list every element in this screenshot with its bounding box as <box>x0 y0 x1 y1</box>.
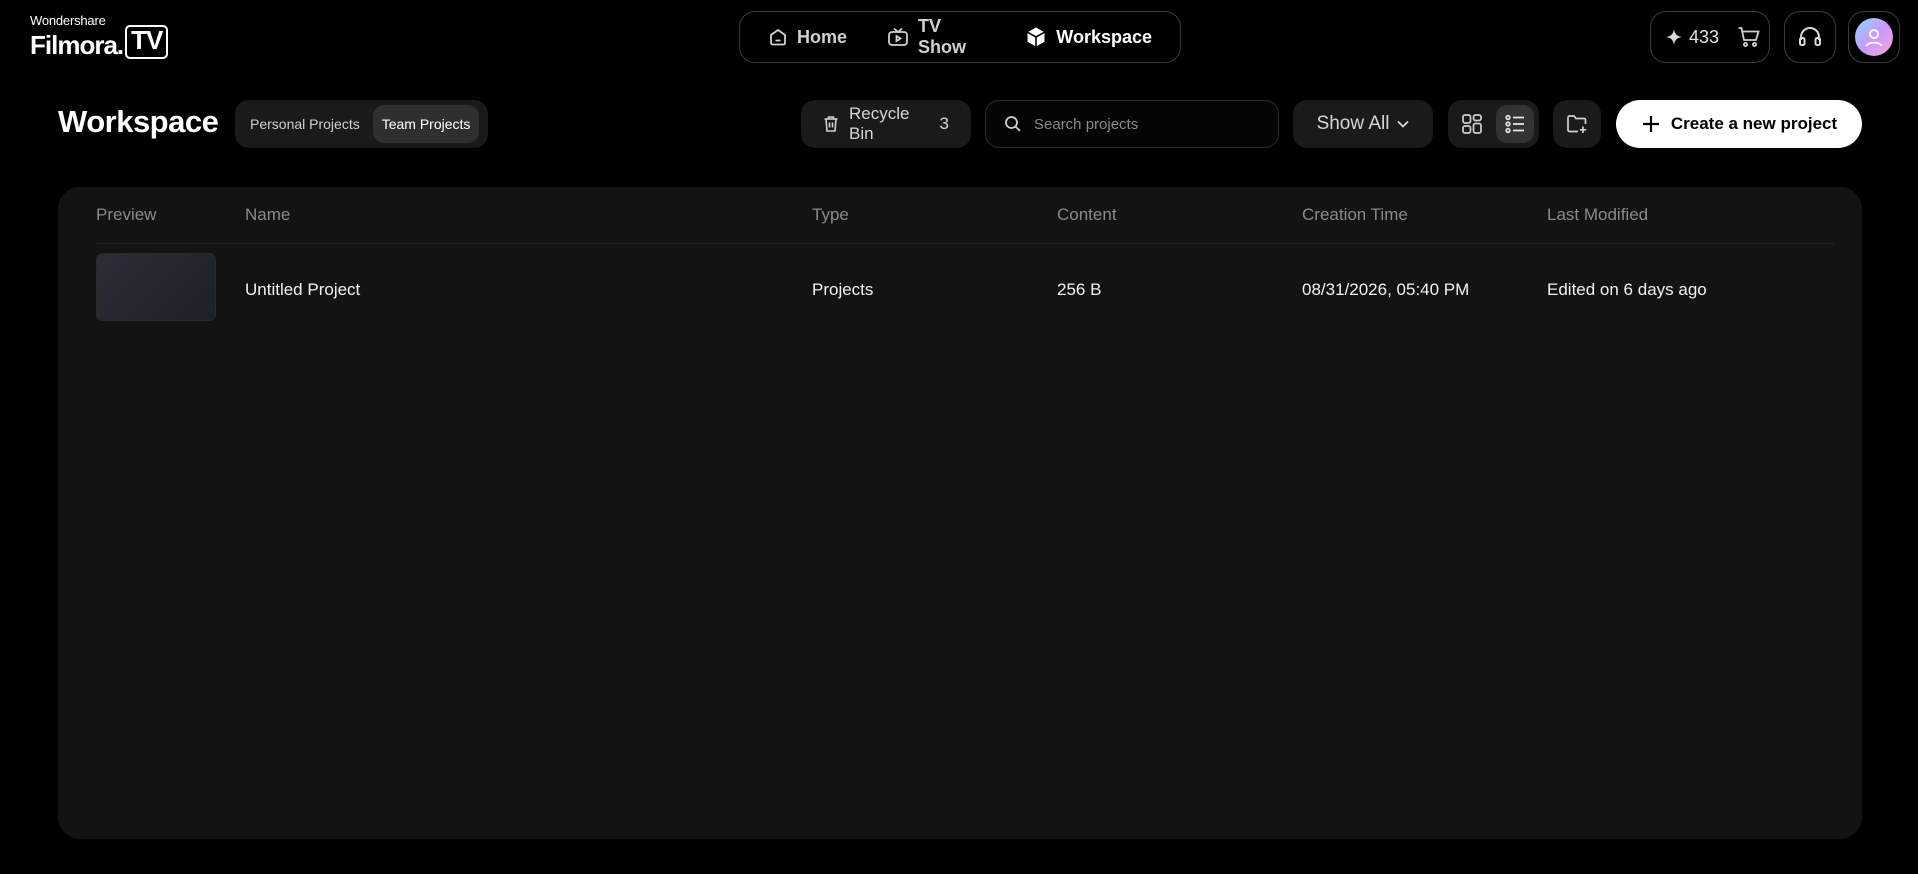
grid-view-button[interactable] <box>1453 105 1491 143</box>
projects-table: Preview Name Type Content Creation Time … <box>58 187 1862 839</box>
list-icon <box>1504 113 1526 135</box>
plus-icon <box>1641 114 1661 134</box>
nav-home[interactable]: Home <box>768 27 847 48</box>
project-scope-tabs: Personal Projects Team Projects <box>235 100 488 148</box>
logo-product-main: Filmora. <box>30 30 124 60</box>
project-content-size: 256 B <box>1057 280 1102 299</box>
column-name[interactable]: Name <box>245 205 290 225</box>
search-box <box>985 100 1279 148</box>
home-icon <box>768 27 788 47</box>
view-toggle <box>1448 100 1539 148</box>
tab-personal-projects[interactable]: Personal Projects <box>241 105 369 143</box>
headphones-icon <box>1797 25 1823 49</box>
column-type[interactable]: Type <box>812 205 849 225</box>
support-button[interactable] <box>1784 11 1836 63</box>
filter-dropdown[interactable]: Show All <box>1293 100 1433 148</box>
new-folder-button[interactable] <box>1553 100 1601 148</box>
recycle-bin-label: Recycle Bin <box>849 104 910 143</box>
table-header: Preview Name Type Content Creation Time … <box>96 187 1834 244</box>
cart-icon[interactable] <box>1737 26 1761 48</box>
project-thumbnail[interactable] <box>96 253 216 321</box>
column-preview: Preview <box>96 205 157 224</box>
project-creation-time: 08/31/2026, 05:40 PM <box>1302 280 1470 299</box>
column-content[interactable]: Content <box>1057 205 1117 225</box>
filter-label: Show All <box>1316 113 1390 134</box>
tab-team-projects[interactable]: Team Projects <box>372 105 480 143</box>
credits-panel: 433 <box>1650 11 1770 63</box>
logo-product: Filmora. TV <box>30 25 170 62</box>
filmora-logo[interactable]: Wondershare Filmora. TV <box>30 14 170 60</box>
account-button[interactable] <box>1848 11 1900 63</box>
grid-icon <box>1461 113 1483 135</box>
recycle-bin-count: 3 <box>939 114 949 133</box>
create-project-label: Create a new project <box>1670 114 1838 133</box>
recycle-bin-button[interactable]: Recycle Bin 3 <box>801 100 971 148</box>
nav-workspace[interactable]: Workspace <box>1025 26 1152 48</box>
nav-tv-show-label: TV Show <box>918 16 967 57</box>
tv-icon <box>887 27 909 47</box>
list-view-button[interactable] <box>1496 105 1534 143</box>
nav-home-label: Home <box>797 26 848 47</box>
nav-tv-show[interactable]: TV Show <box>887 16 985 58</box>
chevron-down-icon <box>1397 120 1410 128</box>
project-type: Projects <box>812 280 874 299</box>
page-title: Workspace <box>58 104 219 139</box>
main-nav: Home TV Show Workspace <box>739 11 1181 63</box>
avatar <box>1855 18 1893 56</box>
column-last-modified[interactable]: Last Modified <box>1547 205 1648 225</box>
project-last-modified: Edited on 6 days ago <box>1547 280 1707 299</box>
search-input[interactable] <box>1034 115 1254 133</box>
logo-product-box: TV <box>125 25 169 59</box>
credits-count[interactable]: 433 <box>1689 27 1719 48</box>
cube-icon <box>1025 26 1047 48</box>
table-row[interactable]: Untitled Project Projects 256 B 08/31/20… <box>96 253 1834 325</box>
trash-icon <box>823 115 839 133</box>
create-project-button[interactable]: Create a new project <box>1616 100 1862 148</box>
column-creation-time[interactable]: Creation Time <box>1302 205 1408 225</box>
nav-workspace-label: Workspace <box>1056 26 1152 47</box>
project-name: Untitled Project <box>245 280 361 299</box>
folder-plus-icon <box>1566 114 1588 134</box>
search-icon <box>1004 115 1022 133</box>
sparkle-icon <box>1665 28 1683 46</box>
